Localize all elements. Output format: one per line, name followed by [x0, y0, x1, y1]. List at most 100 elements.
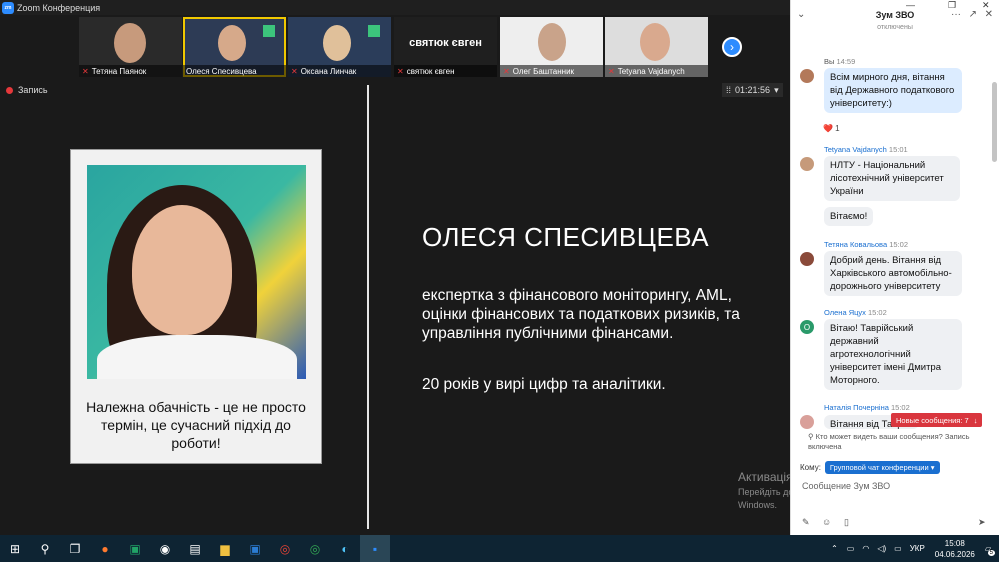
avatar: [800, 157, 814, 171]
chat-toolbar: ✎ ☺ ▯ ➤: [800, 517, 990, 529]
message-time: 15:01: [888, 145, 908, 154]
mic-muted-icon: ✕: [291, 66, 298, 76]
message-text: Вітаємо!: [824, 207, 874, 226]
mic-muted-icon: ✕: [608, 66, 615, 76]
format-icon[interactable]: ✎: [802, 517, 810, 528]
message-text: Вітаю! Таврійський державний агротехноло…: [824, 319, 962, 390]
chevron-up-icon[interactable]: ⌃: [831, 544, 838, 553]
excel-icon[interactable]: ▣: [120, 535, 150, 562]
chevron-down-icon[interactable]: ⌄: [797, 0, 805, 30]
message-reaction[interactable]: ❤️ 1: [823, 124, 840, 133]
mic-muted-icon: ✕: [397, 66, 404, 76]
file-icon[interactable]: ▯: [844, 517, 849, 528]
participant-tile[interactable]: ✕ Тетяна Паянок: [79, 17, 182, 77]
clock[interactable]: 15:08 04.06.2026: [935, 538, 975, 560]
avatar: О: [800, 320, 814, 334]
language-indicator[interactable]: УКР: [910, 544, 925, 553]
mic-muted-icon: ✕: [503, 66, 510, 76]
popout-icon[interactable]: ↗: [969, 0, 977, 30]
slide-divider: [367, 85, 369, 529]
chrome-profile-icon[interactable]: ◎: [300, 535, 330, 562]
grid-icon: ⁞⁞: [726, 85, 732, 95]
message-time: 15:02: [889, 240, 908, 249]
chat-header: ⌄ Зум ЗВО ··· ↗ ✕: [791, 0, 999, 30]
speaker-photo: [87, 165, 306, 379]
document-icon[interactable]: ▤: [180, 535, 210, 562]
window-close-icon[interactable]: ✕: [982, 0, 990, 15]
system-tray: ⌃ ▭ ◠ ◁) ▭ УКР 15:08 04.06.2026 ▱ 5: [826, 535, 995, 562]
clock-time: 15:08: [944, 538, 965, 548]
minimize-icon[interactable]: —: [906, 0, 915, 15]
file-explorer-icon[interactable]: ▆: [210, 535, 240, 562]
avatar: [800, 415, 814, 429]
speaker-name: ОЛЕСЯ СПЕСИВЦЕВА: [422, 222, 710, 252]
message-text: НЛТУ - Національний лісотехнічний універ…: [824, 156, 960, 201]
chat-message-input[interactable]: Сообщение Зум ЗВО: [802, 481, 890, 491]
participant-name: Оксана Линчак: [300, 66, 357, 76]
avatar: [800, 69, 814, 83]
notifications-count: 5: [987, 550, 995, 556]
slide-quote: Належна обачність - це не просто термін,…: [86, 399, 306, 451]
participant-name: Олег Баштанник: [512, 66, 575, 76]
mic-muted-icon: ✕: [82, 66, 89, 76]
message-time: 15:02: [891, 403, 910, 412]
avatar: [800, 252, 814, 266]
message-sender: Вы: [824, 57, 835, 66]
word-icon[interactable]: ▣: [240, 535, 270, 562]
recording-indicator[interactable]: Запись: [6, 85, 48, 95]
recipient-select[interactable]: Групповой чат конференции ▾: [824, 461, 940, 474]
message-sender: Олена Яцух: [824, 308, 866, 317]
clock-date: 04.06.2026: [934, 549, 975, 559]
zoom-logo-icon: zm: [2, 1, 14, 14]
participant-tile[interactable]: святюк євген ✕ святюк євген: [394, 17, 497, 77]
chat-visibility-info[interactable]: ⚲ Кто может видеть ваши сообщения? Запис…: [808, 432, 986, 452]
slide-photo-card: Належна обачність - це не просто термін,…: [70, 149, 322, 464]
participant-name: святюк євген: [406, 66, 455, 76]
new-messages-button[interactable]: Новые сообщения: 7 ↓: [891, 413, 983, 427]
participant-strip: ✕ Тетяна Паянок Олеся Спесивцева ✕ Оксана …: [0, 15, 790, 78]
title-bar: zm Zoom Конференция: [0, 0, 790, 15]
zoom-taskbar-icon[interactable]: ▪: [360, 535, 390, 562]
record-dot-icon: [6, 86, 13, 94]
message-sender: Tetyana Vajdanych: [824, 145, 887, 154]
meeting-timer[interactable]: ⁞⁞ 01:21:56 ▾: [722, 83, 783, 97]
network-icon[interactable]: ▭: [847, 544, 855, 553]
chat-scrollbar[interactable]: [992, 82, 997, 162]
chat-visibility-text: Кто может видеть ваши сообщения? Запись …: [808, 432, 970, 451]
windows-start-icon[interactable]: ⊞: [0, 535, 30, 562]
zoom-window: zm Zoom Конференция ✕ Тетяна Паянок Олеся…: [0, 0, 999, 535]
participant-tile[interactable]: ✕ Оксана Линчак: [288, 17, 391, 77]
participant-tile-active[interactable]: Олеся Спесивцева: [183, 17, 286, 77]
speaker-experience: 20 років у вирі цифр та аналітики.: [422, 376, 666, 393]
recipient-value: Групповой чат конференции: [829, 463, 929, 472]
battery-icon[interactable]: ▭: [894, 544, 902, 553]
windows-taskbar: ⊞ ⚲ ❐ ● ▣ ◉ ▤ ▆ ▣ ◎ ◎ ◐ ▪ ⌃ ▭ ◠ ◁) ▭ УКР…: [0, 535, 999, 562]
restore-icon[interactable]: ❐: [948, 0, 956, 15]
next-participants-icon[interactable]: ›: [722, 37, 742, 57]
message-text: Всім мирного дня, вітання від Державного…: [824, 68, 962, 113]
participant-tile[interactable]: ✕ Tetyana Vajdanych: [605, 17, 708, 77]
person-icon: ⚲: [808, 432, 814, 441]
send-icon[interactable]: ➤: [978, 517, 986, 528]
chrome-icon[interactable]: ◎: [270, 535, 300, 562]
speaker-bio: експертка з фінансового моніторингу, AML…: [422, 287, 740, 342]
message-text: Добрий день. Вітання від Харківського ав…: [824, 251, 962, 296]
participant-name: Тетяна Паянок: [91, 66, 147, 76]
task-view-icon[interactable]: ❐: [60, 535, 90, 562]
timer-value: 01:21:56: [735, 85, 771, 95]
volume-icon[interactable]: ◁): [877, 544, 886, 553]
new-messages-label: Новые сообщения: 7: [896, 415, 969, 425]
chevron-down-icon: ▾: [774, 84, 779, 95]
firefox-icon[interactable]: ●: [90, 535, 120, 562]
recipient-label: Кому:: [800, 463, 821, 472]
app-icon-2[interactable]: ◐: [330, 535, 360, 562]
message-time: 14:59: [836, 57, 856, 66]
message-time: 15:02: [868, 308, 887, 317]
participant-tile[interactable]: ✕ Олег Баштанник: [500, 17, 603, 77]
search-icon[interactable]: ⚲: [30, 535, 60, 562]
window-title: Zoom Конференция: [17, 2, 101, 13]
app-icon[interactable]: ◉: [150, 535, 180, 562]
notifications-icon[interactable]: ▱ 5: [985, 544, 995, 556]
emoji-icon[interactable]: ☺: [822, 517, 831, 527]
wifi-icon[interactable]: ◠: [862, 544, 869, 553]
